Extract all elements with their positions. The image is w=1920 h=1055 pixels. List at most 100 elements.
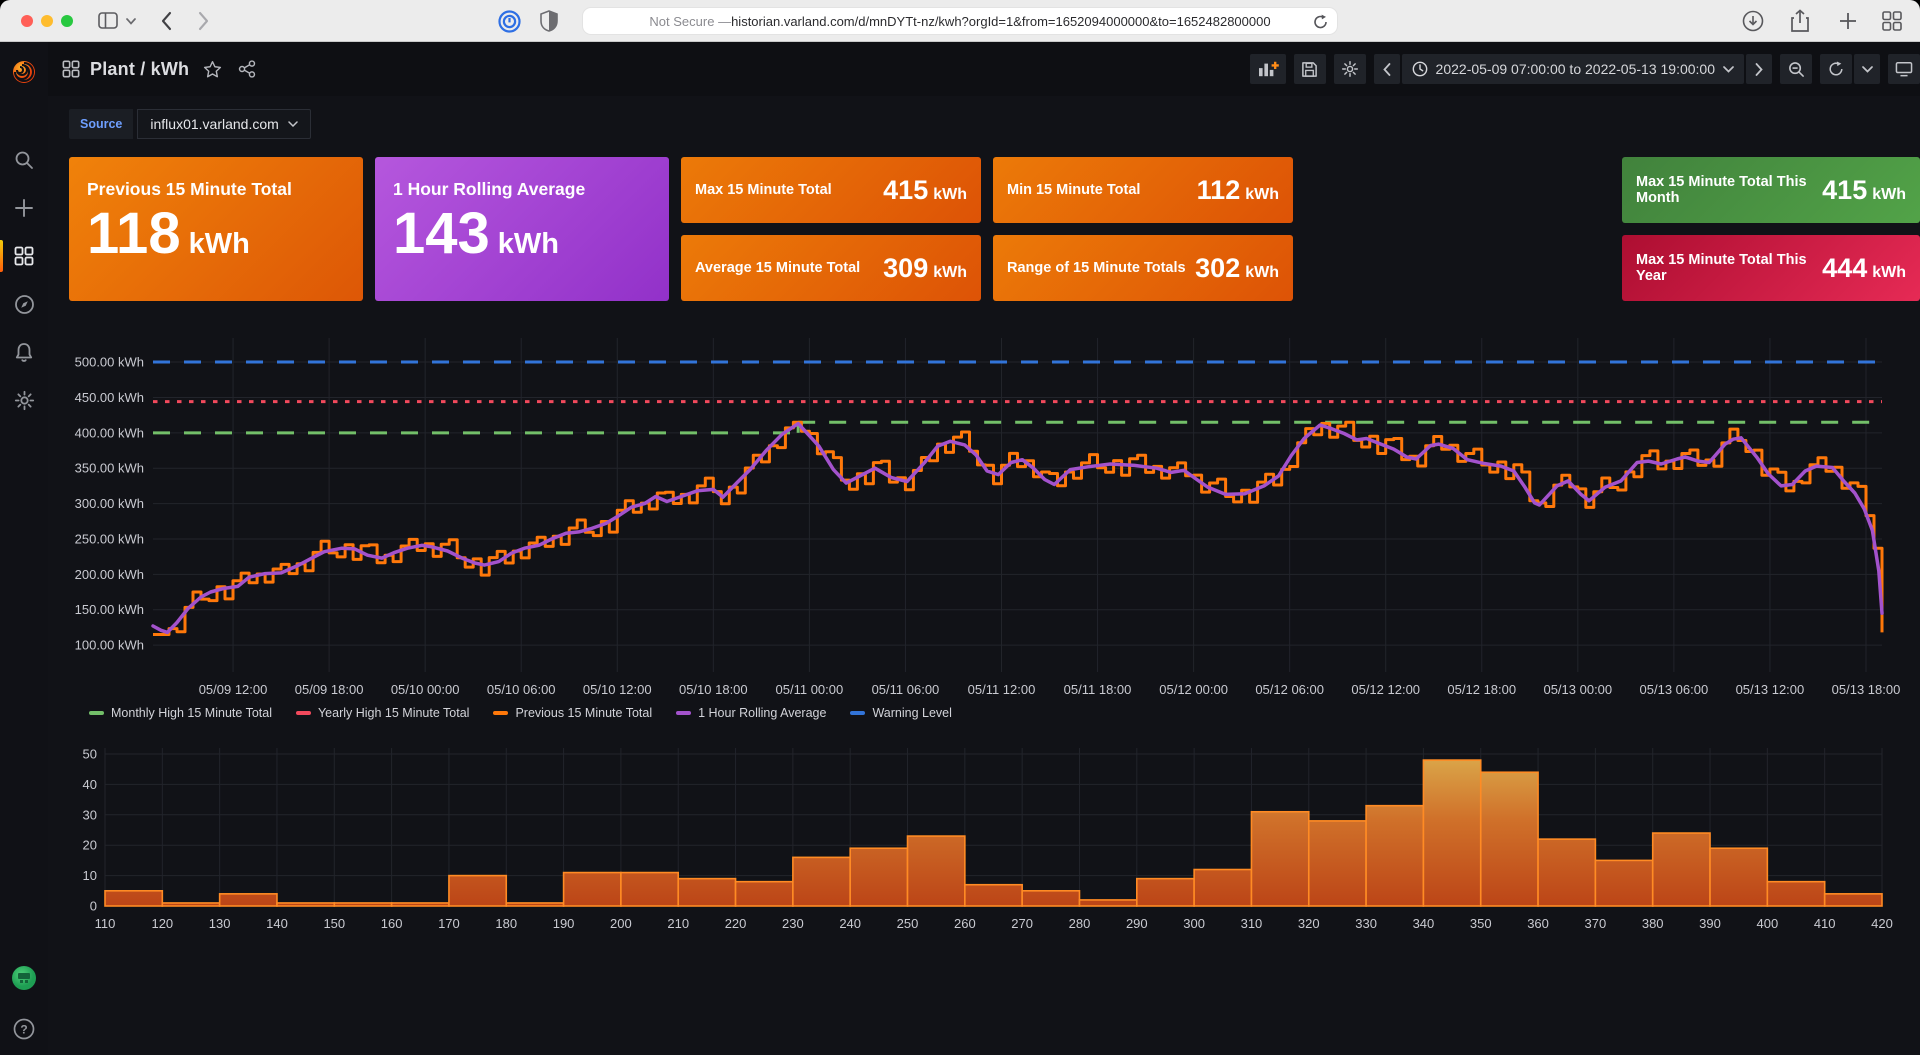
- refresh-button[interactable]: [1820, 54, 1852, 84]
- help-icon[interactable]: ?: [13, 1018, 35, 1045]
- timeseries-legend: Monthly High 15 Minute Total Yearly High…: [69, 706, 1920, 720]
- svg-text:390: 390: [1699, 916, 1721, 931]
- svg-text:150: 150: [323, 916, 345, 931]
- svg-text:05/13 06:00: 05/13 06:00: [1640, 682, 1709, 697]
- downloads-icon[interactable]: [1742, 10, 1764, 32]
- user-avatar[interactable]: [11, 965, 37, 996]
- stat-value: 143: [393, 202, 490, 266]
- legend-item-monthly-high[interactable]: Monthly High 15 Minute Total: [89, 706, 272, 720]
- shield-privacy-icon[interactable]: [540, 10, 558, 32]
- svg-text:230: 230: [782, 916, 804, 931]
- chevron-down-icon: [1723, 66, 1734, 73]
- stat-average-15min[interactable]: Average 15 Minute Total 309 kWh: [681, 235, 981, 301]
- histogram-chart[interactable]: 0102030405011012013014015016017018019020…: [69, 738, 1920, 943]
- add-panel-button[interactable]: [1250, 54, 1286, 84]
- forward-icon[interactable]: [198, 11, 210, 31]
- legend-item-rolling-average[interactable]: 1 Hour Rolling Average: [676, 706, 826, 720]
- sidebar-item-search[interactable]: [0, 136, 48, 184]
- stat-label: Range of 15 Minute Totals: [1007, 260, 1186, 276]
- clock-icon: [1412, 61, 1428, 77]
- new-tab-icon[interactable]: [1838, 11, 1858, 31]
- share-dashboard-icon[interactable]: [238, 60, 256, 78]
- stat-rolling-average[interactable]: 1 Hour Rolling Average 143kWh: [375, 157, 669, 301]
- reload-icon[interactable]: [1313, 14, 1328, 30]
- chevron-down-icon[interactable]: [126, 18, 136, 25]
- sidebar-item-alerting[interactable]: [0, 328, 48, 376]
- stat-label: Average 15 Minute Total: [695, 260, 860, 276]
- kiosk-mode-button[interactable]: [1888, 54, 1920, 84]
- sidebar-item-explore[interactable]: [0, 280, 48, 328]
- stat-value: 309: [883, 253, 928, 284]
- legend-swatch: [493, 711, 508, 715]
- svg-text:250: 250: [897, 916, 919, 931]
- svg-text:30: 30: [83, 807, 97, 822]
- legend-item-warning-level[interactable]: Warning Level: [850, 706, 951, 720]
- timeseries-chart[interactable]: 05/09 12:0005/09 18:0005/10 00:0005/10 0…: [69, 324, 1920, 704]
- svg-text:05/10 06:00: 05/10 06:00: [487, 682, 556, 697]
- save-dashboard-button[interactable]: [1294, 54, 1326, 84]
- svg-text:410: 410: [1814, 916, 1836, 931]
- svg-text:240: 240: [839, 916, 861, 931]
- time-range-back-button[interactable]: [1374, 54, 1400, 84]
- source-variable-dropdown[interactable]: influx01.varland.com: [137, 109, 310, 139]
- stat-previous-15min[interactable]: Previous 15 Minute Total 118kWh: [69, 157, 363, 301]
- stat-year-max[interactable]: Max 15 Minute Total This Year 444kWh: [1622, 235, 1920, 301]
- time-range-picker[interactable]: 2022-05-09 07:00:00 to 2022-05-13 19:00:…: [1402, 54, 1744, 84]
- svg-text:320: 320: [1298, 916, 1320, 931]
- legend-item-previous-15min[interactable]: Previous 15 Minute Total: [493, 706, 652, 720]
- chevron-down-icon: [288, 121, 298, 127]
- window-zoom-button[interactable]: [61, 15, 73, 27]
- svg-text:290: 290: [1126, 916, 1148, 931]
- svg-text:05/12 00:00: 05/12 00:00: [1159, 682, 1228, 697]
- svg-text:190: 190: [553, 916, 575, 931]
- window-minimize-button[interactable]: [41, 15, 53, 27]
- zoom-out-time-button[interactable]: [1780, 54, 1812, 84]
- legend-swatch: [676, 711, 691, 715]
- svg-text:180: 180: [495, 916, 517, 931]
- svg-text:40: 40: [83, 777, 97, 792]
- svg-text:05/13 12:00: 05/13 12:00: [1736, 682, 1805, 697]
- grafana-logo[interactable]: [0, 48, 48, 96]
- stat-range-15min[interactable]: Range of 15 Minute Totals 302kWh: [993, 235, 1293, 301]
- dashboard-title[interactable]: Plant / kWh: [90, 59, 189, 80]
- stat-unit: kWh: [1872, 264, 1906, 282]
- dashboard-navbar: Plant / kWh: [48, 42, 1920, 96]
- url-text: historian.varland.com/d/mnDYTt-nz/kwh?or…: [731, 14, 1271, 29]
- svg-text:200: 200: [610, 916, 632, 931]
- apps-grid-icon[interactable]: [62, 60, 80, 78]
- svg-text:360: 360: [1527, 916, 1549, 931]
- time-range-forward-button[interactable]: [1746, 54, 1772, 84]
- sidebar-toggle-icon[interactable]: [98, 12, 118, 29]
- stat-min-15min[interactable]: Min 15 Minute Total 112kWh: [993, 157, 1293, 223]
- stat-unit: kWh: [1245, 186, 1279, 204]
- window-close-button[interactable]: [21, 15, 33, 27]
- stat-unit: kWh: [933, 264, 967, 282]
- tab-overview-icon[interactable]: [1882, 11, 1902, 31]
- svg-text:05/13 00:00: 05/13 00:00: [1543, 682, 1612, 697]
- legend-item-yearly-high[interactable]: Yearly High 15 Minute Total: [296, 706, 469, 720]
- stat-max-15min[interactable]: Max 15 Minute Total 415kWh: [681, 157, 981, 223]
- sidebar-item-create[interactable]: [0, 184, 48, 232]
- svg-text:170: 170: [438, 916, 460, 931]
- stat-label: Min 15 Minute Total: [1007, 182, 1140, 198]
- address-bar[interactable]: Not Secure — historian.varland.com/d/mnD…: [582, 7, 1338, 35]
- dashboard-settings-button[interactable]: [1334, 54, 1366, 84]
- share-icon[interactable]: [1790, 9, 1810, 33]
- star-icon[interactable]: [203, 60, 222, 79]
- back-icon[interactable]: [160, 11, 172, 31]
- sidebar-item-dashboards[interactable]: [0, 232, 48, 280]
- svg-text:380: 380: [1642, 916, 1664, 931]
- svg-text:210: 210: [667, 916, 689, 931]
- svg-text:50: 50: [83, 747, 97, 762]
- empty-panel-slot: [1305, 157, 1610, 301]
- svg-text:140: 140: [266, 916, 288, 931]
- sidebar-item-configuration[interactable]: [0, 376, 48, 424]
- stat-unit: kWh: [1872, 186, 1906, 204]
- svg-text:500.00 kWh: 500.00 kWh: [75, 355, 144, 370]
- refresh-interval-dropdown[interactable]: [1854, 54, 1880, 84]
- svg-text:?: ?: [20, 1022, 27, 1036]
- onepassword-icon[interactable]: [498, 10, 521, 33]
- svg-text:05/11 18:00: 05/11 18:00: [1064, 682, 1132, 697]
- svg-text:270: 270: [1011, 916, 1033, 931]
- stat-month-max[interactable]: Max 15 Minute Total This Month 415kWh: [1622, 157, 1920, 223]
